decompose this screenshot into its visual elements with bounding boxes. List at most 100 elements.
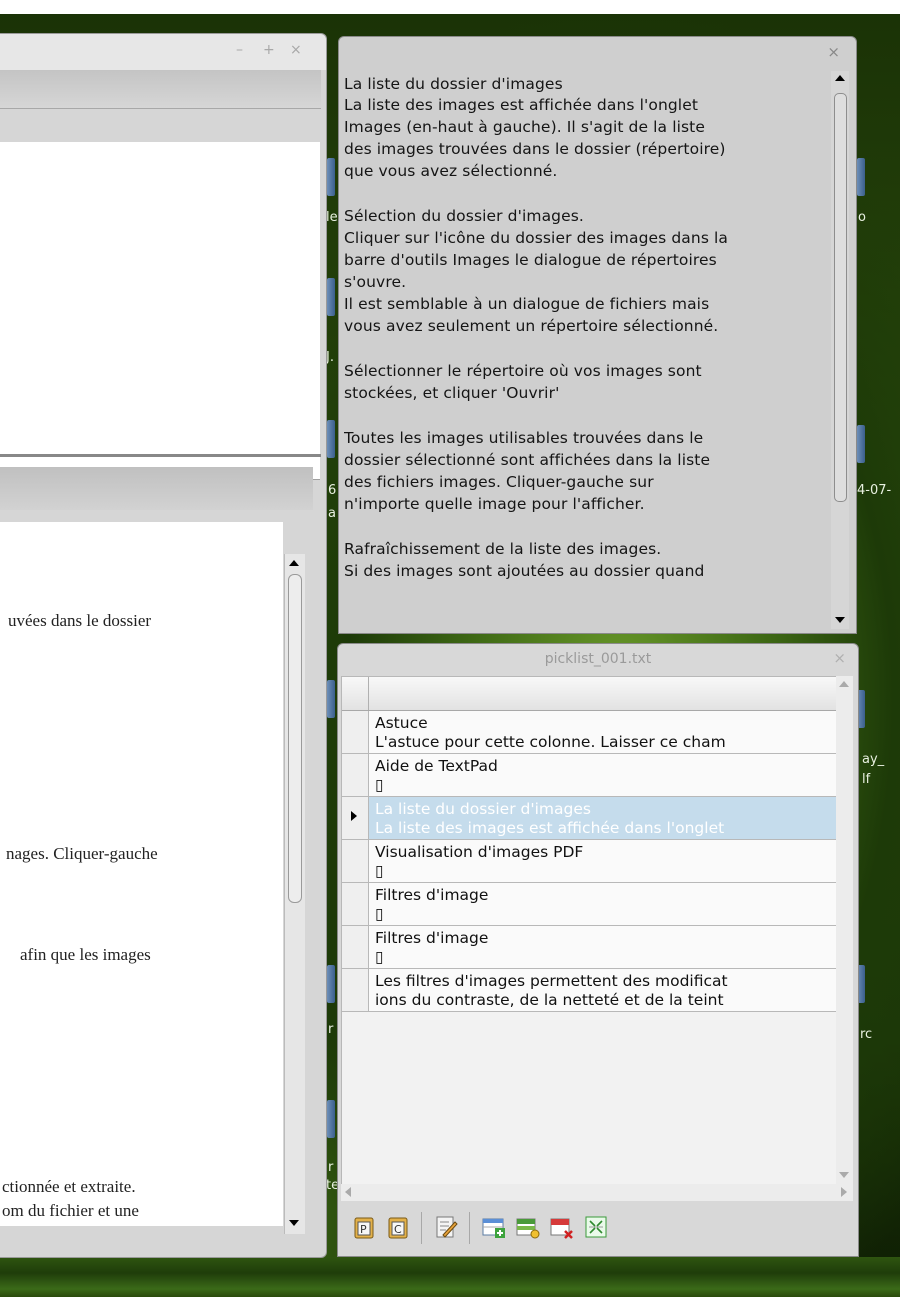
main-window-titlebar[interactable]: – + × bbox=[0, 34, 326, 70]
scroll-left-arrow-icon[interactable] bbox=[345, 1187, 351, 1197]
row-text: ▯ bbox=[375, 948, 384, 966]
desktop-icon-label: 4-07- bbox=[857, 483, 892, 498]
desktop-icon-label: lf bbox=[862, 772, 871, 787]
row-header[interactable] bbox=[342, 840, 369, 882]
maximize-button[interactable]: + bbox=[263, 42, 275, 58]
scroll-thumb[interactable] bbox=[834, 93, 847, 502]
table-row-selected[interactable]: La liste du dossier d'images La liste de… bbox=[342, 797, 836, 840]
help-line: Images (en-haut à gauche). Il s'agit de … bbox=[344, 118, 705, 136]
scroll-down-arrow-icon[interactable] bbox=[289, 1220, 299, 1226]
row-title: Visualisation d'images PDF bbox=[375, 843, 584, 861]
picklist-title: picklist_001.txt bbox=[544, 651, 652, 667]
row-header[interactable] bbox=[342, 926, 369, 968]
row-header[interactable] bbox=[342, 797, 369, 839]
paste-c-icon[interactable]: C bbox=[385, 1214, 411, 1240]
picklist-grid[interactable]: Astuce L'astuce pour cette colonne. Lais… bbox=[341, 676, 837, 1194]
desktop-icon-label: ay_ bbox=[862, 752, 885, 767]
text-line: om du fichier et une bbox=[2, 1201, 139, 1220]
toolbar-separator bbox=[421, 1212, 422, 1244]
help-line: Rafraîchissement de la liste des images. bbox=[344, 540, 662, 558]
image-list-pane[interactable] bbox=[0, 142, 320, 480]
help-close-button[interactable]: × bbox=[827, 43, 840, 61]
help-line: La liste du dossier d'images bbox=[344, 75, 563, 93]
scroll-right-arrow-icon[interactable] bbox=[841, 1187, 847, 1197]
grid-header[interactable] bbox=[342, 677, 836, 711]
close-button[interactable]: × bbox=[290, 42, 302, 58]
scroll-down-arrow-icon[interactable] bbox=[839, 1172, 849, 1178]
desktop-file-icon[interactable] bbox=[857, 425, 865, 463]
desktop-file-icon[interactable] bbox=[327, 158, 335, 196]
picklist-window: picklist_001.txt × Astuce L'astuce pour … bbox=[337, 643, 859, 1257]
fit-icon[interactable] bbox=[583, 1214, 609, 1240]
help-line: des fichiers images. Cliquer-gauche sur bbox=[344, 473, 654, 491]
edit-icon[interactable] bbox=[433, 1214, 459, 1240]
row-title: Aide de TextPad bbox=[375, 757, 498, 775]
scroll-up-arrow-icon[interactable] bbox=[289, 560, 299, 566]
minimize-button[interactable]: – bbox=[236, 42, 243, 58]
picklist-close-button[interactable]: × bbox=[833, 649, 846, 667]
desktop-icon-label: a bbox=[328, 506, 336, 521]
row-title: Astuce bbox=[375, 714, 428, 732]
row-header[interactable] bbox=[342, 754, 369, 796]
delete-row-icon[interactable] bbox=[549, 1214, 575, 1240]
desktop-icon-label: rc bbox=[860, 1027, 873, 1042]
desktop-file-icon[interactable] bbox=[857, 158, 865, 196]
table-row[interactable]: Aide de TextPad ▯ bbox=[342, 754, 836, 797]
paste-p-icon[interactable]: P bbox=[351, 1214, 377, 1240]
add-row-icon[interactable] bbox=[481, 1214, 507, 1240]
current-row-indicator-icon bbox=[351, 811, 357, 821]
svg-text:P: P bbox=[360, 1223, 367, 1236]
help-line: n'importe quelle image pour l'afficher. bbox=[344, 495, 645, 513]
text-line: nages. Cliquer-gauche bbox=[6, 844, 158, 863]
help-text-area[interactable]: La liste du dossier d'images La liste de… bbox=[344, 74, 829, 629]
picklist-vertical-scrollbar[interactable] bbox=[836, 676, 853, 1184]
help-popup-window: × La liste du dossier d'images La liste … bbox=[338, 36, 857, 634]
row-header[interactable] bbox=[342, 969, 369, 1011]
scroll-down-arrow-icon[interactable] bbox=[835, 617, 845, 623]
text-view-pane[interactable]: uvées dans le dossier nages. Cliquer-gau… bbox=[0, 522, 283, 1226]
picklist-horizontal-scrollbar[interactable] bbox=[341, 1184, 853, 1201]
help-line: vous avez seulement un répertoire sélect… bbox=[344, 317, 719, 335]
help-line: Toutes les images utilisables trouvées d… bbox=[344, 429, 704, 447]
row-title: Filtres d'image bbox=[375, 886, 489, 904]
desktop-icon-label: le bbox=[326, 210, 338, 225]
desktop-file-icon[interactable] bbox=[327, 1100, 335, 1138]
svg-text:C: C bbox=[394, 1223, 402, 1236]
pane-splitter[interactable] bbox=[0, 454, 321, 457]
scroll-thumb[interactable] bbox=[288, 574, 302, 903]
help-line: stockées, et cliquer 'Ouvrir' bbox=[344, 384, 560, 402]
scroll-up-arrow-icon[interactable] bbox=[839, 681, 849, 687]
desktop-file-icon[interactable] bbox=[327, 965, 335, 1003]
desktop-file-icon[interactable] bbox=[327, 278, 335, 316]
table-row[interactable]: Visualisation d'images PDF ▯ bbox=[342, 840, 836, 883]
help-line: barre d'outils Images le dialogue de rép… bbox=[344, 251, 717, 269]
row-header[interactable] bbox=[342, 883, 369, 925]
row-text: ▯ bbox=[375, 862, 384, 880]
row-header[interactable] bbox=[342, 711, 369, 753]
help-vertical-scrollbar[interactable] bbox=[831, 71, 849, 629]
row-header-corner[interactable] bbox=[342, 677, 369, 710]
row-text: ▯ bbox=[375, 776, 384, 794]
text-line: ctionnée et extraite. bbox=[2, 1177, 136, 1196]
table-row[interactable]: Astuce L'astuce pour cette colonne. Lais… bbox=[342, 711, 836, 754]
row-text: L'astuce pour cette colonne. Laisser ce … bbox=[375, 733, 726, 751]
desktop-icon-label: r bbox=[328, 1160, 334, 1175]
table-row[interactable]: Filtres d'image ▯ bbox=[342, 926, 836, 969]
table-row[interactable]: Les filtres d'images permettent des modi… bbox=[342, 969, 836, 1012]
desktop-icon-label: o bbox=[858, 210, 866, 225]
text-tab-bar[interactable] bbox=[0, 467, 313, 510]
help-line: des images trouvées dans le dossier (rép… bbox=[344, 140, 726, 158]
insert-row-icon[interactable] bbox=[515, 1214, 541, 1240]
bottom-desktop-strip bbox=[0, 1257, 900, 1297]
help-line: dossier sélectionné sont affichées dans … bbox=[344, 451, 711, 469]
top-strip bbox=[0, 0, 900, 14]
text-vertical-scrollbar[interactable] bbox=[284, 554, 305, 1234]
desktop-file-icon[interactable] bbox=[327, 680, 335, 718]
help-line: Il est semblable à un dialogue de fichie… bbox=[344, 295, 710, 313]
scroll-up-arrow-icon[interactable] bbox=[835, 75, 845, 81]
desktop-file-icon[interactable] bbox=[327, 420, 335, 458]
row-title: Filtres d'image bbox=[375, 929, 489, 947]
row-text: ions du contraste, de la netteté et de l… bbox=[375, 991, 724, 1009]
images-tab-bar[interactable] bbox=[0, 70, 321, 109]
table-row[interactable]: Filtres d'image ▯ bbox=[342, 883, 836, 926]
